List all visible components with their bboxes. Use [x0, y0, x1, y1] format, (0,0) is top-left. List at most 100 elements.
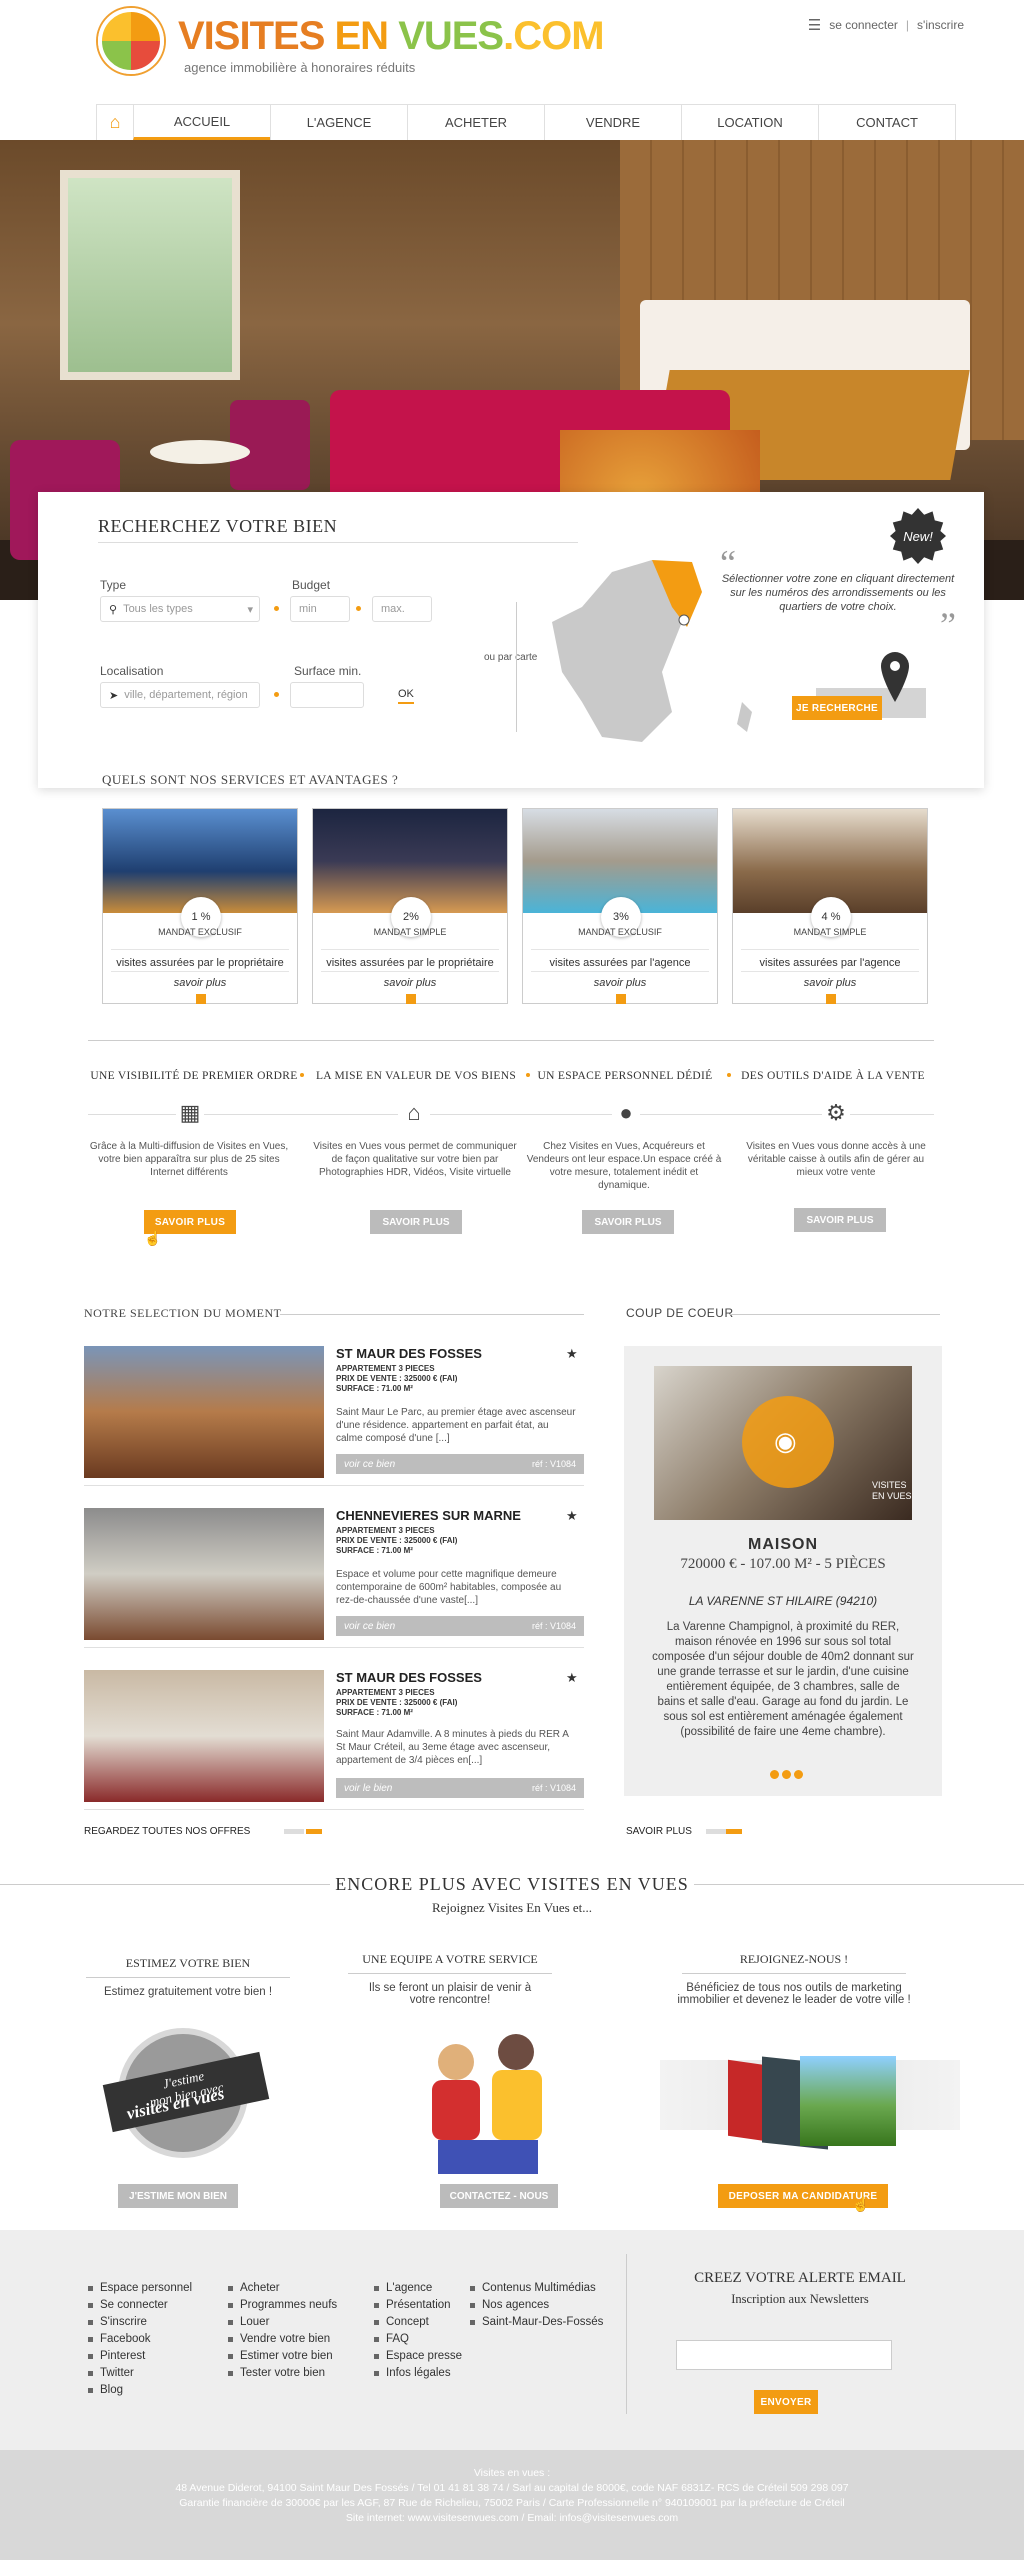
contact-button[interactable]: CONTACTEZ - NOUS	[440, 2184, 558, 2208]
savoir-plus-button[interactable]: SAVOIR PLUS	[794, 1208, 886, 1232]
location-arrow-icon: ➤	[109, 689, 119, 702]
listing-photo[interactable]	[84, 1670, 324, 1802]
more-link[interactable]: savoir plus	[103, 977, 297, 989]
more-link[interactable]: savoir plus	[313, 977, 507, 989]
listing-card[interactable]: ST MAUR DES FOSSES ★ APPARTEMENT 3 PIECE…	[84, 1346, 584, 1486]
carousel-dot[interactable]	[782, 1770, 791, 1779]
search-icon: ⚲	[109, 603, 118, 616]
plus-icon[interactable]	[826, 994, 836, 1004]
plus-icon[interactable]	[616, 994, 626, 1004]
ok-button[interactable]: OK	[398, 688, 414, 704]
savoir-plus-button[interactable]: SAVOIR PLUS	[370, 1210, 462, 1234]
more-link[interactable]: savoir plus	[733, 977, 927, 989]
listing-meta: APPARTEMENT 3 PIECES PRIX DE VENTE : 325…	[336, 1688, 457, 1718]
footer-link[interactable]: Infos légales	[374, 2365, 462, 2382]
pager-dot[interactable]	[706, 1829, 726, 1834]
search-button[interactable]: JE RECHERCHE	[792, 696, 882, 720]
service-card[interactable]: 2% MANDAT SIMPLE visites assurées par le…	[312, 808, 508, 1004]
footer-link[interactable]: Espace presse	[374, 2348, 462, 2365]
footer-link[interactable]: S'inscrire	[88, 2314, 192, 2331]
person-head	[438, 2044, 474, 2080]
footer-link[interactable]: Nos agences	[470, 2297, 603, 2314]
listing-bar[interactable]: voir le bien réf : V1084	[336, 1778, 584, 1798]
nav-agence[interactable]: L'AGENCE	[270, 105, 407, 140]
service-card[interactable]: 4 % MANDAT SIMPLE visites assurées par l…	[732, 808, 928, 1004]
footer-link[interactable]: Pinterest	[88, 2348, 192, 2365]
footer-link[interactable]: Espace personnel	[88, 2280, 192, 2297]
savoir-plus-button[interactable]: SAVOIR PLUS	[582, 1210, 674, 1234]
carousel-dot[interactable]	[770, 1770, 779, 1779]
signup-link[interactable]: s'inscrire	[917, 18, 964, 32]
plus-icon[interactable]	[406, 994, 416, 1004]
divider	[280, 1314, 584, 1315]
listing-bar[interactable]: voir ce bien réf : V1084	[336, 1454, 584, 1474]
logo-icon[interactable]	[98, 8, 164, 74]
footer-link[interactable]: Blog	[88, 2382, 192, 2399]
service-card[interactable]: 1 % MANDAT EXCLUSIF visites assurées par…	[102, 808, 298, 1004]
footer-link[interactable]: Présentation	[374, 2297, 462, 2314]
pager-dot-active[interactable]	[306, 1829, 322, 1834]
estimate-button[interactable]: J'ESTIME MON BIEN	[118, 2184, 238, 2208]
nav-contact[interactable]: CONTACT	[818, 105, 955, 140]
footer-link[interactable]: Tester votre bien	[228, 2365, 337, 2382]
footer-link[interactable]: Programmes neufs	[228, 2297, 337, 2314]
footer-link[interactable]: L'agence	[374, 2280, 462, 2297]
menu-icon[interactable]: ☰	[808, 16, 821, 34]
footer-link[interactable]: Estimer votre bien	[228, 2348, 337, 2365]
footer-link[interactable]: FAQ	[374, 2331, 462, 2348]
view-link[interactable]: voir ce bien	[344, 1621, 395, 1632]
listing-bar[interactable]: voir ce bien réf : V1084	[336, 1616, 584, 1636]
coeur-more-link[interactable]: SAVOIR PLUS	[626, 1826, 692, 1837]
listing-city[interactable]: CHENNEVIERES SUR MARNE	[336, 1508, 521, 1523]
divider	[348, 1973, 552, 1974]
star-icon[interactable]: ★	[566, 1670, 578, 1686]
nav-vendre[interactable]: VENDRE	[544, 105, 681, 140]
budget-min-input[interactable]: min	[290, 596, 350, 622]
more-link[interactable]: savoir plus	[523, 977, 717, 989]
footer-link[interactable]: Se connecter	[88, 2297, 192, 2314]
logo-wordmark[interactable]: VISITES EN VUES.COM	[178, 14, 605, 59]
star-icon[interactable]: ★	[566, 1346, 578, 1362]
listing-card[interactable]: ST MAUR DES FOSSES ★ APPARTEMENT 3 PIECE…	[84, 1670, 584, 1810]
footer-link[interactable]: Vendre votre bien	[228, 2331, 337, 2348]
listing-city[interactable]: ST MAUR DES FOSSES	[336, 1670, 482, 1685]
alert-title: CREEZ VOTRE ALERTE EMAIL	[694, 2270, 906, 2286]
pager-dot-active[interactable]	[726, 1829, 742, 1834]
listing-card[interactable]: CHENNEVIERES SUR MARNE ★ APPARTEMENT 3 P…	[84, 1508, 584, 1648]
see-all-link[interactable]: REGARDEZ TOUTES NOS OFFRES	[84, 1826, 250, 1837]
pager-dot[interactable]	[284, 1829, 304, 1834]
send-button[interactable]: ENVOYER	[754, 2390, 818, 2414]
location-label: Localisation	[100, 664, 164, 678]
eye-icon[interactable]: ◉	[774, 1426, 797, 1457]
surface-input[interactable]	[290, 682, 364, 708]
star-icon[interactable]: ★	[566, 1508, 578, 1524]
listing-photo[interactable]	[84, 1346, 324, 1478]
home-icon[interactable]: ⌂	[97, 105, 133, 140]
type-select[interactable]: ⚲ Tous les types ▾	[100, 596, 260, 622]
footer-link[interactable]: Facebook	[88, 2331, 192, 2348]
feature-valorisation: LA MISE EN VALEUR DE VOS BIENS	[306, 1070, 526, 1082]
footer-link[interactable]: Concept	[374, 2314, 462, 2331]
listing-photo[interactable]	[84, 1508, 324, 1640]
carousel-dot[interactable]	[794, 1770, 803, 1779]
footer-link[interactable]: Contenus Multimédias	[470, 2280, 603, 2297]
coeur-price: 720000 € - 107.00 M² - 5 PIÈCES	[680, 1556, 886, 1572]
service-card[interactable]: 3% MANDAT EXCLUSIF visites assurées par …	[522, 808, 718, 1004]
budget-max-input[interactable]: max.	[372, 596, 432, 622]
location-input[interactable]: ➤ ville, département, région	[100, 682, 260, 708]
nav-accueil[interactable]: ACCUEIL	[133, 105, 270, 140]
footer-link[interactable]: Louer	[228, 2314, 337, 2331]
plus-icon[interactable]	[196, 994, 206, 1004]
nav-acheter[interactable]: ACHETER	[407, 105, 544, 140]
footer-link[interactable]: Saint-Maur-Des-Fossés	[470, 2314, 603, 2331]
login-link[interactable]: se connecter	[829, 18, 898, 32]
view-link[interactable]: voir ce bien	[344, 1459, 395, 1470]
footer-link[interactable]: Acheter	[228, 2280, 337, 2297]
bullet-icon	[274, 606, 279, 611]
nav-location[interactable]: LOCATION	[681, 105, 818, 140]
email-input[interactable]	[676, 2340, 892, 2370]
footer-link[interactable]: Twitter	[88, 2365, 192, 2382]
view-link[interactable]: voir le bien	[344, 1783, 392, 1794]
listing-city[interactable]: ST MAUR DES FOSSES	[336, 1346, 482, 1361]
coeur-card[interactable]: ◉ VISITES EN VUES MAISON 720000 € - 107.…	[624, 1346, 942, 1796]
